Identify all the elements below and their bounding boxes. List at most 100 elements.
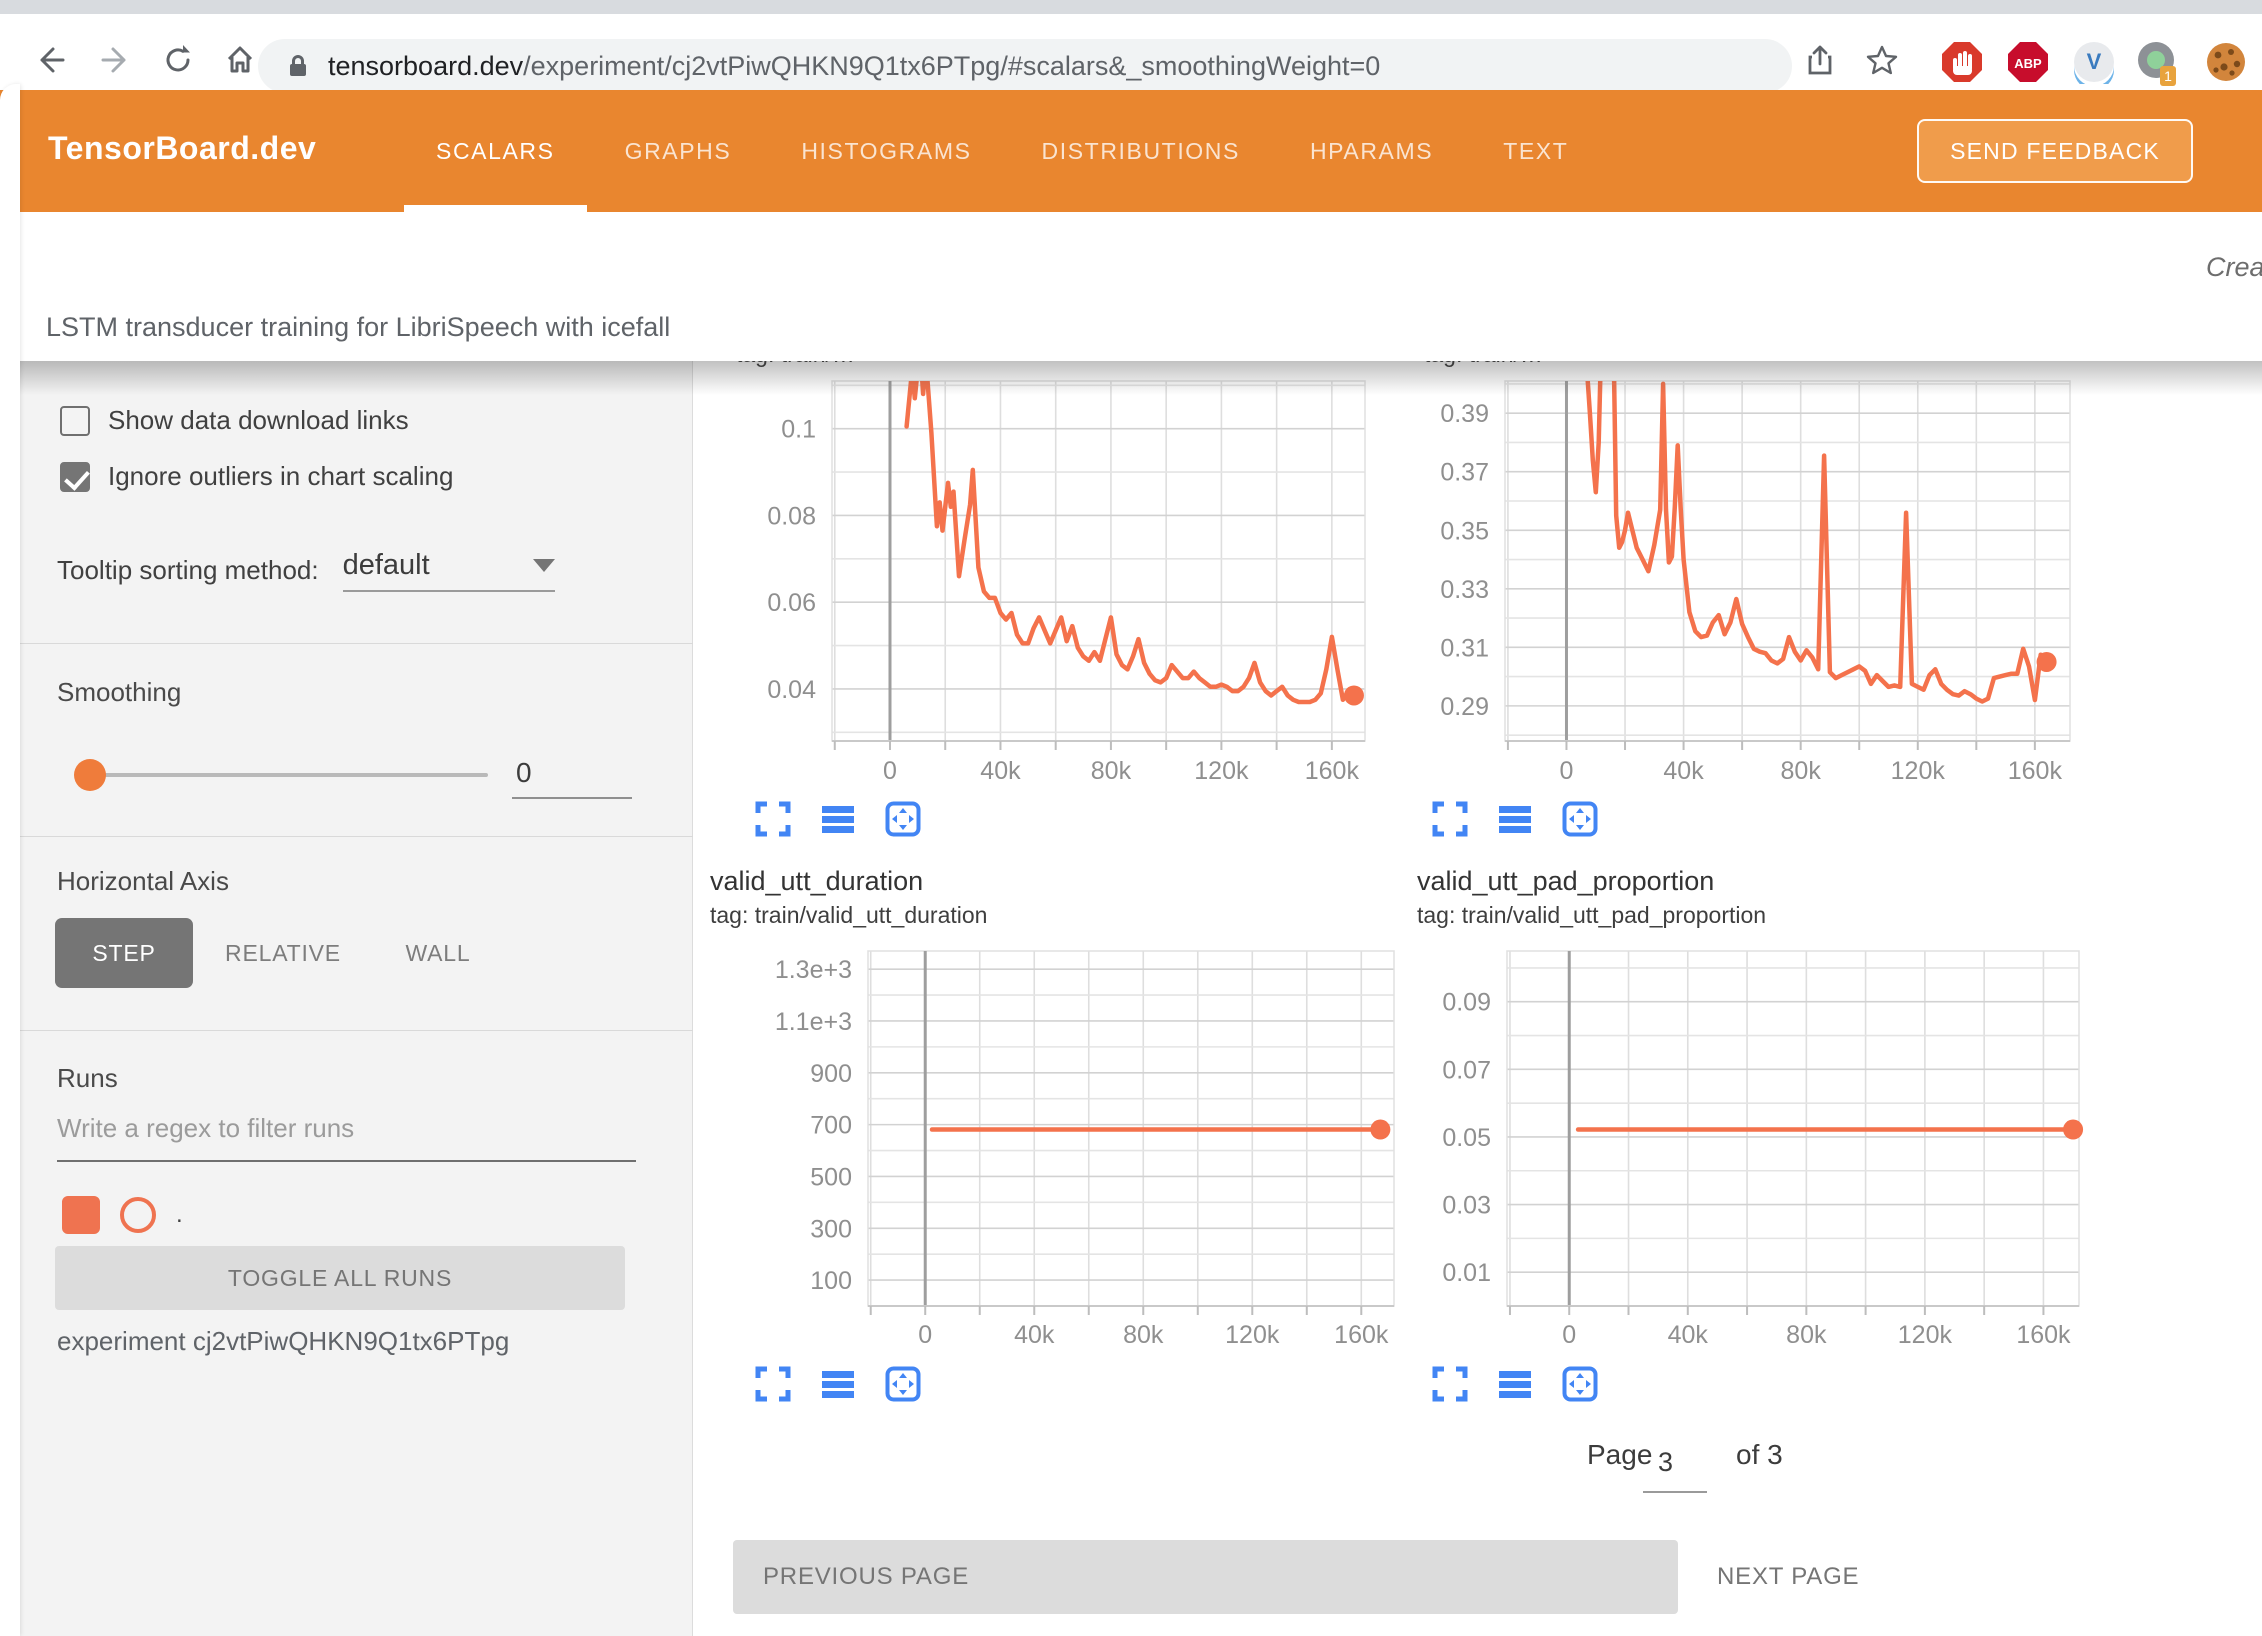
svg-text:100: 100 — [810, 1267, 852, 1295]
fit-domain-icon[interactable] — [885, 1366, 921, 1402]
svg-text:160k: 160k — [1334, 1321, 1389, 1349]
run-checkbox[interactable] — [62, 1196, 100, 1234]
abp-extension-icon[interactable]: ABP — [2006, 40, 2050, 84]
svg-text:80k: 80k — [1781, 757, 1822, 785]
fit-domain-icon[interactable] — [885, 801, 921, 837]
svg-text:0: 0 — [1560, 757, 1574, 785]
svg-text:120k: 120k — [1898, 1321, 1953, 1349]
tooltip-sort-dropdown[interactable]: default — [343, 549, 555, 592]
scalar-chart-svg[interactable]: 0.290.310.330.350.370.39040k80k120k160k — [1400, 373, 2100, 798]
home-button[interactable] — [220, 40, 260, 80]
chart-toolbar — [1432, 801, 1598, 837]
haxis-wall-button[interactable]: WALL — [383, 918, 493, 988]
horizontal-axis-label: Horizontal Axis — [57, 866, 229, 897]
runs-menu-icon[interactable] — [1497, 1366, 1533, 1402]
send-feedback-button[interactable]: SEND FEEDBACK — [1917, 119, 2193, 183]
svg-text:900: 900 — [810, 1060, 852, 1088]
smoothing-underline — [512, 797, 632, 799]
url-domain: tensorboard.dev — [328, 51, 523, 81]
dropdown-caret-icon — [533, 559, 555, 572]
scalar-chart-svg[interactable]: 0.040.060.080.1040k80k120k160k — [700, 373, 1400, 798]
sidebar-divider — [0, 1030, 693, 1031]
fit-domain-icon[interactable] — [1562, 1366, 1598, 1402]
svg-text:0.35: 0.35 — [1440, 517, 1489, 545]
svg-text:160k: 160k — [2008, 757, 2063, 785]
browser-toolbar: tensorboard.dev/experiment/cj2vtPiwQHKN9… — [0, 14, 2262, 90]
url-text: tensorboard.dev/experiment/cj2vtPiwQHKN9… — [328, 51, 1380, 82]
tab-hparams[interactable]: HPARAMS — [1304, 90, 1439, 212]
browser-window-strip — [0, 0, 2262, 14]
svg-text:0.05: 0.05 — [1442, 1124, 1491, 1152]
share-button[interactable] — [1800, 40, 1840, 80]
tab-distributions[interactable]: DISTRIBUTIONS — [1036, 90, 1246, 212]
svg-text:160k: 160k — [2016, 1321, 2071, 1349]
page-number-input[interactable]: 3 — [1658, 1447, 1673, 1478]
runs-regex-input[interactable]: Write a regex to filter runs — [57, 1113, 636, 1162]
scalar-chart-card: 1003005007009001.1e+31.3e+3040k80k120k16… — [700, 939, 1400, 1364]
forward-button[interactable] — [96, 40, 136, 80]
ignore-outliers-checkbox[interactable] — [60, 462, 90, 492]
expand-chart-icon[interactable] — [755, 801, 791, 837]
svg-text:500: 500 — [810, 1163, 852, 1191]
cookie-extension-icon[interactable] — [2204, 40, 2248, 84]
tab-scalars[interactable]: SCALARS — [430, 90, 561, 212]
svg-text:700: 700 — [810, 1112, 852, 1140]
svg-text:0.09: 0.09 — [1442, 989, 1491, 1017]
smoothing-slider-track[interactable] — [88, 773, 488, 777]
svg-text:120k: 120k — [1891, 757, 1946, 785]
settings-sidebar: Show data download links Ignore outliers… — [0, 361, 693, 1636]
show-download-label: Show data download links — [108, 405, 409, 436]
haxis-step-button[interactable]: STEP — [55, 918, 193, 988]
svg-text:80k: 80k — [1123, 1321, 1164, 1349]
runs-menu-icon[interactable] — [1497, 801, 1533, 837]
adblock-extension-icon[interactable] — [1940, 40, 1984, 84]
toggle-all-runs-button[interactable]: TOGGLE ALL RUNS — [55, 1246, 625, 1310]
reload-icon — [161, 43, 195, 77]
previous-page-button[interactable]: PREVIOUS PAGE — [733, 1540, 1678, 1614]
runs-menu-icon[interactable] — [820, 1366, 856, 1402]
svg-text:0.07: 0.07 — [1442, 1056, 1491, 1084]
page-of-label: of 3 — [1736, 1439, 1783, 1471]
svg-text:40k: 40k — [1668, 1321, 1709, 1349]
runs-label: Runs — [57, 1063, 118, 1094]
charts-panel: tag: train/… tag: train/… 0.040.060.080.… — [693, 361, 2262, 1636]
smoothing-slider-thumb[interactable] — [74, 759, 106, 791]
tooltip-sort-value: default — [343, 549, 430, 582]
run-name: . — [176, 1201, 183, 1229]
tab-graphs[interactable]: GRAPHS — [619, 90, 738, 212]
svg-text:40k: 40k — [980, 757, 1021, 785]
badge-extension-icon[interactable]: 1 — [2134, 40, 2178, 84]
scalar-chart-svg[interactable]: 0.010.030.050.070.09040k80k120k160k — [1400, 939, 2100, 1364]
expand-chart-icon[interactable] — [1432, 801, 1468, 837]
expand-chart-icon[interactable] — [755, 1366, 791, 1402]
run-color-ring[interactable] — [120, 1197, 156, 1233]
svg-text:160k: 160k — [1305, 757, 1360, 785]
next-page-button[interactable]: NEXT PAGE — [1717, 1540, 1859, 1614]
bookmark-button[interactable] — [1862, 40, 1902, 80]
experiment-name: experiment cj2vtPiwQHKN9Q1tx6PTpg — [57, 1326, 509, 1357]
reload-button[interactable] — [158, 40, 198, 80]
back-button[interactable] — [30, 40, 70, 80]
runs-menu-icon[interactable] — [820, 801, 856, 837]
svg-text:0.39: 0.39 — [1440, 400, 1489, 428]
smoothing-value-field[interactable]: 0 — [512, 757, 632, 799]
address-bar[interactable]: tensorboard.dev/experiment/cj2vtPiwQHKN9… — [258, 39, 1792, 93]
svg-text:0.08: 0.08 — [767, 502, 816, 530]
svg-text:300: 300 — [810, 1215, 852, 1243]
experiment-title: LSTM transducer training for LibriSpeech… — [46, 312, 670, 343]
v-extension-icon[interactable]: V — [2072, 40, 2116, 84]
svg-text:1.3e+3: 1.3e+3 — [775, 956, 852, 984]
tab-text[interactable]: TEXT — [1497, 90, 1574, 212]
svg-text:ABP: ABP — [2014, 56, 2042, 71]
svg-text:0.33: 0.33 — [1440, 576, 1489, 604]
scalar-chart-svg[interactable]: 1003005007009001.1e+31.3e+3040k80k120k16… — [700, 939, 1400, 1364]
show-download-checkbox[interactable] — [60, 406, 90, 436]
tab-histograms[interactable]: HISTOGRAMS — [795, 90, 977, 212]
nav-tabs: SCALARS GRAPHS HISTOGRAMS DISTRIBUTIONS … — [430, 90, 1574, 212]
expand-chart-icon[interactable] — [1432, 1366, 1468, 1402]
fit-domain-icon[interactable] — [1562, 801, 1598, 837]
app-logo: TensorBoard.dev — [48, 130, 316, 167]
haxis-relative-button[interactable]: RELATIVE — [213, 918, 353, 988]
sidebar-divider — [0, 836, 693, 837]
svg-text:0.31: 0.31 — [1440, 634, 1489, 662]
